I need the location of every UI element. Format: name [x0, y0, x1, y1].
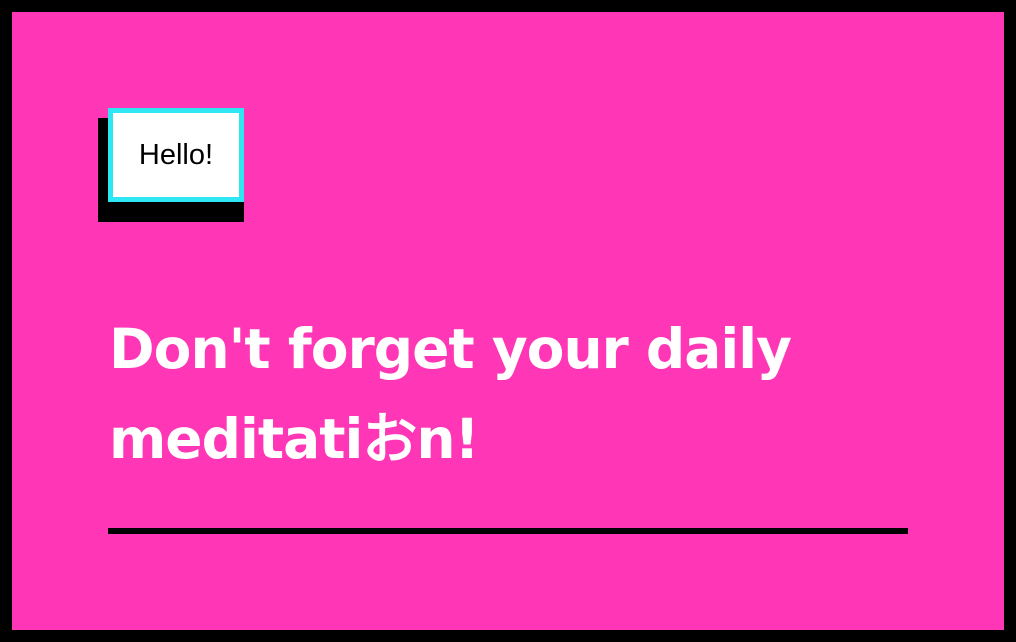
- card: Hello! Don't forget your daily meditatiお…: [12, 12, 1004, 630]
- divider: [108, 528, 908, 534]
- hello-button[interactable]: Hello!: [108, 108, 244, 202]
- headline: Don't forget your daily meditatiおn!: [109, 317, 792, 471]
- greeting-badge-wrapper: Hello!: [98, 108, 244, 222]
